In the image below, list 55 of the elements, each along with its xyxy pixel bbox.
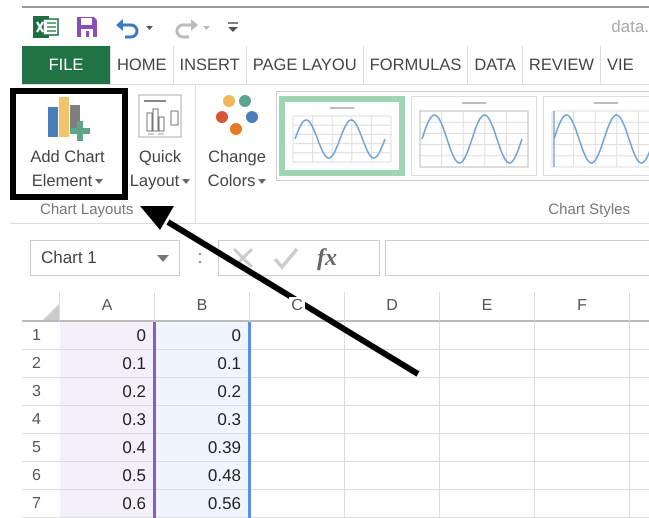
row-header[interactable]: 6 — [22, 462, 60, 490]
select-all-icon[interactable] — [43, 304, 59, 320]
table-cell: 0.3 — [155, 406, 250, 434]
file-tab[interactable]: FILE — [22, 46, 110, 84]
column-header[interactable]: A — [60, 292, 155, 322]
ribbon-tab[interactable]: HOME — [110, 46, 172, 84]
table-cell: 0.6 — [60, 490, 155, 518]
save-icon[interactable] — [75, 15, 99, 39]
table-cell: 0.2 — [60, 378, 155, 406]
group-label: Chart Styles — [547, 200, 631, 220]
ribbon-tab[interactable]: REVIEW — [522, 46, 600, 84]
table-cell: 0 — [155, 322, 250, 350]
ribbon-tab[interactable]: DATA — [467, 46, 522, 84]
drag-handle-icon[interactable] — [198, 251, 202, 265]
dropdown-caret-icon — [258, 179, 266, 184]
row-header[interactable]: 1 — [22, 322, 60, 350]
column-header[interactable]: B — [155, 292, 250, 322]
table-cell: 0.1 — [155, 350, 250, 378]
group-label: Chart Layouts — [39, 200, 134, 220]
table-cell: 0.39 — [155, 434, 250, 462]
ribbon-tab[interactable]: VIE — [600, 46, 640, 84]
add-chart-element-button[interactable]: Add Chart Element — [10, 85, 125, 195]
spreadsheet-app-icon[interactable] — [33, 14, 59, 40]
column-header[interactable]: F — [535, 292, 630, 322]
ribbon-tab[interactable]: FORMULAS — [362, 46, 468, 84]
change-colors-button[interactable]: Change Colors — [198, 85, 276, 195]
column-header[interactable]: E — [440, 292, 535, 322]
cancel-icon[interactable] — [231, 246, 255, 270]
insert-function-button[interactable]: fx — [317, 244, 337, 272]
ribbon-tab[interactable]: INSERT — [172, 46, 246, 84]
enter-check-icon[interactable] — [273, 246, 299, 270]
column-header[interactable]: C — [250, 292, 345, 322]
dropdown-caret-icon — [95, 179, 104, 184]
name-box[interactable]: Chart 1 — [30, 240, 180, 276]
column-header[interactable]: D — [345, 292, 440, 322]
table-cell: 0 — [60, 322, 155, 350]
row-header[interactable]: 3 — [22, 378, 60, 406]
table-cell: 0.56 — [155, 490, 250, 518]
table-cell: 0.3 — [60, 406, 155, 434]
row-header[interactable]: 4 — [22, 406, 60, 434]
row-header[interactable]: 7 — [22, 490, 60, 518]
chart-style-thumbnail[interactable] — [279, 96, 405, 176]
formula-input[interactable] — [385, 240, 649, 276]
dropdown-caret-icon — [157, 254, 169, 262]
table-cell: 0.4 — [60, 434, 155, 462]
table-cell: 0.48 — [155, 462, 250, 490]
ribbon-tab[interactable]: PAGE LAYOU — [246, 46, 363, 84]
row-header[interactable]: 2 — [22, 350, 60, 378]
window-title: data. — [611, 17, 649, 37]
quick-layout-button[interactable]: Quick Layout — [125, 85, 195, 195]
table-cell: 0.2 — [155, 378, 250, 406]
dropdown-caret-icon — [182, 179, 190, 184]
table-cell: 0.1 — [60, 350, 155, 378]
row-header[interactable]: 5 — [22, 434, 60, 462]
table-cell: 0.5 — [60, 462, 155, 490]
